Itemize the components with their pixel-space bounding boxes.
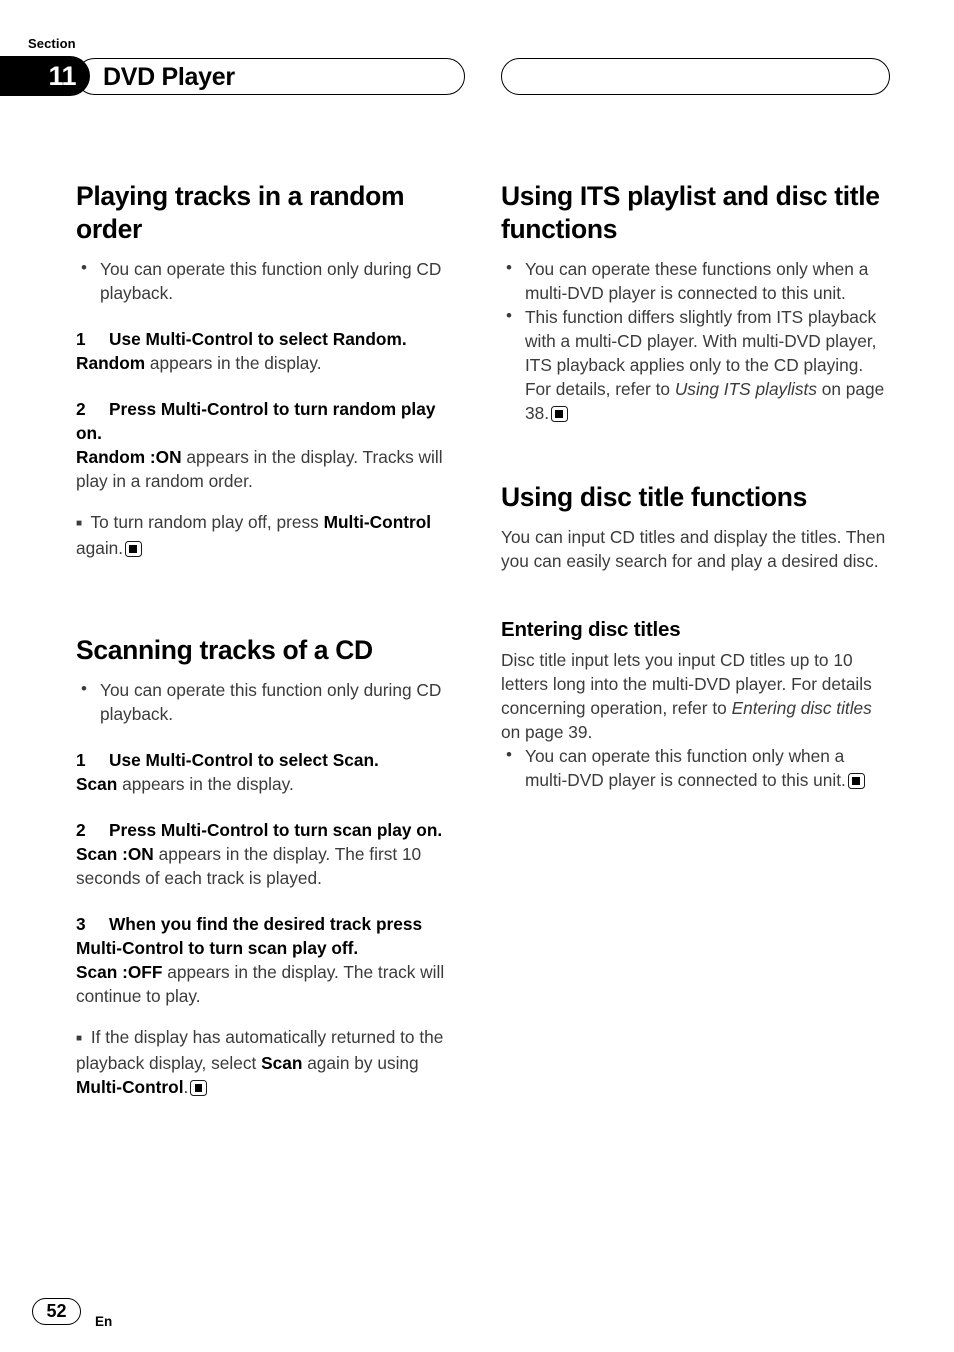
bullet-list-its-notes: You can operate these functions only whe… — [501, 256, 891, 425]
step-2-scan: 2 Press Multi-Control to turn scan play o… — [76, 818, 466, 842]
step-number: 2 — [76, 399, 86, 419]
step-3-scan: 3 When you find the desired track press M… — [76, 912, 466, 960]
step-number: 1 — [76, 329, 86, 349]
end-of-procedure-marker-icon — [847, 773, 865, 789]
subsection-heading-entering-disc-titles: Entering disc titles — [501, 618, 681, 641]
square-bullet-icon: ■ — [76, 518, 83, 530]
note-text-c: again by using — [302, 1052, 419, 1073]
page-header: Section 11 DVD Player — [0, 0, 954, 120]
section-heading-disc-title-functions: Using disc title functions — [501, 482, 807, 512]
list-item: You can operate this function only durin… — [76, 677, 466, 726]
step-1-random-result: Random appears in the display. — [76, 351, 466, 375]
display-value: Random :ON — [76, 447, 182, 467]
display-value: Scan :OFF — [76, 961, 163, 982]
display-value: Scan — [76, 773, 118, 794]
bullet-list-random-note: You can operate this function only durin… — [76, 256, 466, 305]
page-footer: 52 En — [0, 1282, 954, 1352]
list-item: You can operate this function only durin… — [76, 256, 466, 305]
section-label: Section — [28, 36, 76, 51]
bullet-list-scan-note: You can operate this function only durin… — [76, 677, 466, 726]
disc-title-intro: You can input CD titles and display the … — [501, 527, 886, 571]
list-item-label: You can operate this function only when … — [525, 746, 846, 790]
section-heading-its-playlist: Using ITS playlist and disc title functi… — [501, 181, 880, 244]
step-3-scan-result: Scan :OFF appears in the display. The tr… — [76, 960, 466, 1008]
step-text: Use Multi-Control to select Random. — [109, 329, 407, 349]
step-1-random: 1 Use Multi-Control to select Random. — [76, 327, 466, 351]
right-column: Using ITS playlist and disc title functi… — [501, 180, 891, 792]
left-column: Playing tracks in a random order You can… — [76, 180, 466, 1116]
display-value: Scan :ON — [76, 843, 154, 864]
step-text: Press Multi-Control to turn random play … — [76, 399, 436, 443]
display-value: Random — [76, 353, 146, 373]
end-of-procedure-marker-icon — [125, 541, 143, 558]
section-heading-playing-random: Playing tracks in a random order — [76, 181, 405, 244]
result-text: appears in the display. — [117, 773, 294, 794]
chapter-title-pill: DVD Player — [76, 58, 465, 95]
step-number: 3 — [76, 913, 86, 934]
header-right-pill — [501, 58, 890, 95]
note-text-after: again. — [76, 538, 124, 559]
result-text: appears in the display. — [145, 353, 322, 373]
list-item: You can operate this function only when … — [501, 743, 891, 792]
step-1-scan-result: Scan appears in the display. — [76, 772, 466, 796]
page-number-badge: 52 — [32, 1298, 81, 1325]
cross-reference: Using ITS playlists — [674, 379, 817, 399]
control-name: Multi-Control — [76, 1076, 184, 1097]
note-random-off: ■ To turn random play off, press Multi-C… — [76, 510, 466, 560]
chapter-title: DVD Player — [103, 63, 235, 91]
note-text-e: . — [183, 1076, 189, 1097]
step-text: Use Multi-Control to select Scan. — [109, 749, 379, 770]
step-number: 2 — [76, 819, 86, 840]
step-number: 1 — [76, 749, 86, 770]
display-value: Scan — [261, 1052, 303, 1073]
step-text: Press Multi-Control to turn scan play on… — [109, 819, 443, 840]
note-scan-reselect: ■ If the display has automatically retur… — [76, 1025, 466, 1099]
end-of-procedure-marker-icon — [190, 1079, 208, 1096]
section-heading-scanning-cd: Scanning tracks of a CD — [76, 634, 373, 665]
step-2-scan-result: Scan :ON appears in the display. The fir… — [76, 842, 466, 890]
list-item: This function differs slightly from ITS … — [501, 304, 891, 425]
note-text-before: To turn random play off, press — [90, 512, 324, 533]
bullet-list-entering-disc-titles: You can operate this function only when … — [501, 743, 891, 792]
step-2-random: 2 Press Multi-Control to turn random play… — [76, 397, 466, 445]
body-text-b: on page 39. — [501, 722, 593, 742]
language-code: En — [95, 1314, 113, 1329]
step-2-random-result: Random :ON appears in the display. Track… — [76, 445, 466, 493]
entering-disc-titles-body: Disc title input lets you input CD title… — [501, 648, 891, 744]
end-of-procedure-marker-icon — [551, 406, 569, 422]
control-name: Multi-Control — [323, 512, 432, 533]
cross-reference: Entering disc titles — [731, 698, 872, 718]
step-1-scan: 1 Use Multi-Control to select Scan. — [76, 748, 466, 772]
square-bullet-icon: ■ — [76, 1032, 83, 1044]
list-item: You can operate these functions only whe… — [501, 256, 891, 305]
step-text: When you find the desired track press Mu… — [76, 913, 423, 958]
